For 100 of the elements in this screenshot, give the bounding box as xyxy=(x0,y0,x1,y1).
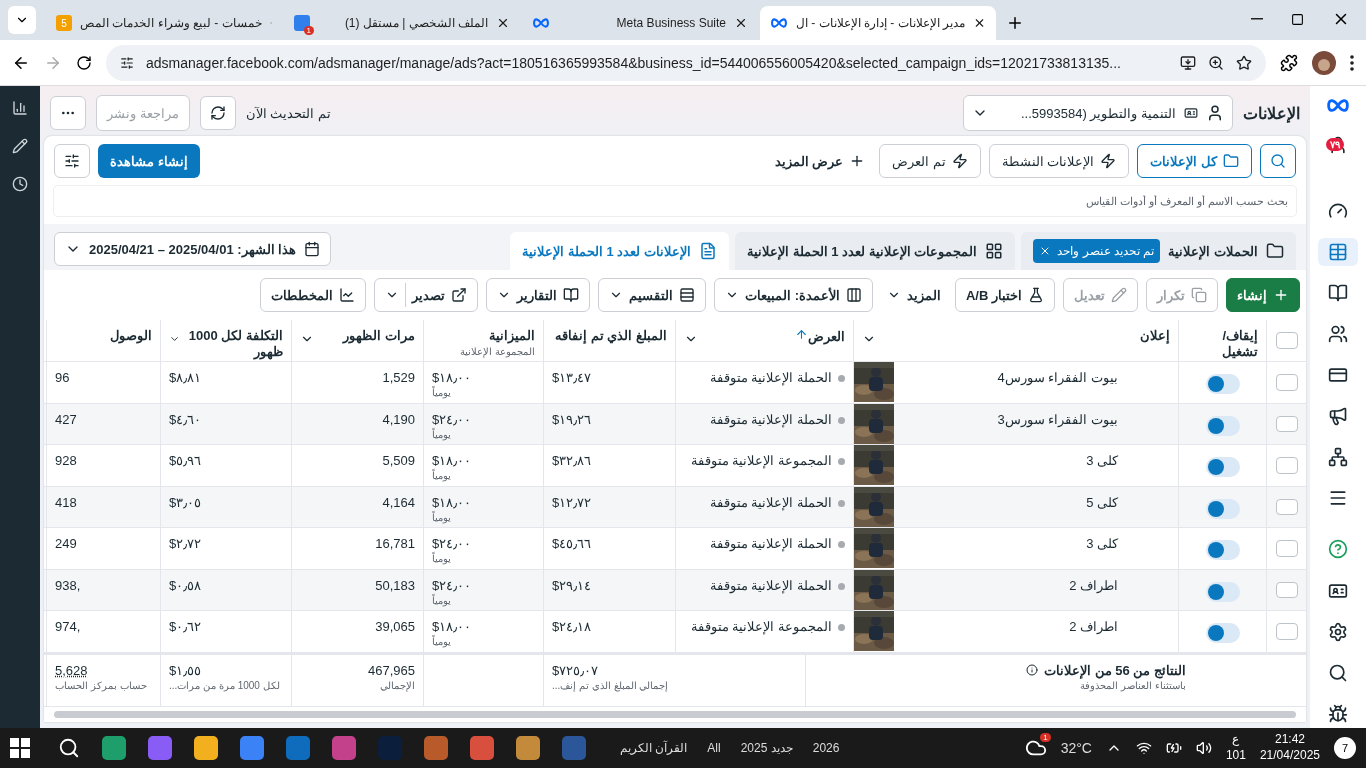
level-tab[interactable]: المجموعات الإعلانية لعدد 1 الحملة الإعلانية xyxy=(735,232,1016,270)
app-icon[interactable] xyxy=(102,736,126,760)
app-icon[interactable] xyxy=(332,736,356,760)
dropdown-button[interactable]: التقارير xyxy=(486,278,591,312)
notifications-button[interactable]: ٧٩ xyxy=(1318,126,1358,164)
toggle-knob[interactable] xyxy=(1207,417,1224,434)
checkbox[interactable] xyxy=(1275,457,1298,474)
toolbar-button[interactable]: اختبار A/B xyxy=(955,278,1055,312)
ad-name[interactable]: كلى 3 xyxy=(1086,445,1118,486)
column-header[interactable]: التكلفة لكل 1000 ظهور xyxy=(182,328,283,360)
pencil-icon xyxy=(12,138,28,154)
checkbox[interactable] xyxy=(1275,332,1298,349)
app-icon[interactable] xyxy=(516,736,540,760)
checkbox[interactable] xyxy=(1275,623,1298,640)
search-button[interactable] xyxy=(1260,144,1296,178)
tab-title: خمسات - لبيع وشراء الخدمات المص xyxy=(80,16,262,30)
toggle-switch[interactable] xyxy=(1205,415,1240,436)
sliders-icon xyxy=(64,153,80,169)
app-icon[interactable] xyxy=(148,736,172,760)
dropdown-button[interactable]: الأعمدة: المبيعات xyxy=(714,278,873,312)
checkbox[interactable] xyxy=(1275,415,1298,432)
filter-button[interactable]: كل الإعلانات xyxy=(1137,144,1252,178)
date-range-picker[interactable]: هذا الشهر: 2025/04/01 – 2025/04/21 xyxy=(54,232,332,266)
toggle-switch[interactable] xyxy=(1205,540,1240,560)
column-header[interactable]: إعلان xyxy=(1140,328,1170,344)
address-bar[interactable]: adsmanager.facebook.com/adsmanager/manage/ads?act=180516365993584&business_id=544006556005420&selected_campaign_ids=12021733813135... xyxy=(106,44,1266,81)
ad-name[interactable]: بيوت الفقراء سورس4 xyxy=(997,362,1118,403)
column-header[interactable]: المبلغ الذي تم إنفاقه xyxy=(555,328,667,344)
reload-icon xyxy=(76,54,92,71)
delivery-status: المجموعة الإعلانية متوقفة xyxy=(690,453,832,468)
toggle-switch[interactable] xyxy=(1205,498,1240,519)
avatar[interactable] xyxy=(1312,50,1336,75)
toggle-switch[interactable] xyxy=(1205,457,1240,477)
ad-name[interactable]: كلى 3 xyxy=(1086,528,1118,569)
infinity-logo[interactable] xyxy=(1325,98,1351,113)
ad-name[interactable]: اطراف 2 xyxy=(1069,569,1118,610)
app-icon[interactable] xyxy=(470,736,494,760)
checkbox[interactable] xyxy=(1275,540,1298,557)
toggle-knob[interactable] xyxy=(1207,459,1224,475)
column-header[interactable]: العرض xyxy=(795,328,845,345)
scrollbar[interactable] xyxy=(54,710,1296,718)
windows-icon[interactable] xyxy=(10,738,30,758)
app-icon[interactable] xyxy=(424,736,448,760)
export-button[interactable]: تصدير xyxy=(374,278,479,312)
account-selector[interactable]: التنمية والتطوير (5993584... xyxy=(963,95,1233,131)
toggle-knob[interactable] xyxy=(1207,625,1224,641)
level-tab[interactable]: الحملات الإعلانية تم تحديد عنصر واحد xyxy=(1021,232,1296,270)
language-indicator[interactable]: ع xyxy=(1232,732,1240,748)
app-icon[interactable] xyxy=(194,736,218,760)
status-dot xyxy=(838,375,845,382)
column-header[interactable]: الوصول xyxy=(110,328,152,344)
search-icon[interactable] xyxy=(58,737,80,759)
table-cell: 39,065 xyxy=(375,619,415,634)
toggle-knob[interactable] xyxy=(1207,583,1224,600)
show-more-button[interactable]: عرض المزيد xyxy=(768,152,872,170)
status-dot xyxy=(838,416,845,424)
dropdown-button[interactable]: التقسيم xyxy=(598,278,707,312)
table-cell: 4,190 xyxy=(382,411,415,427)
more-menu-button[interactable]: المزيد xyxy=(881,286,947,304)
notification-count[interactable]: 7 xyxy=(1334,737,1356,759)
toggle-switch[interactable] xyxy=(1205,623,1240,643)
status-dot xyxy=(838,541,845,548)
taskbar-item[interactable]: القرآن الكريم xyxy=(620,741,688,755)
checkbox[interactable] xyxy=(1275,581,1298,598)
table-cell: ١٨٫٠٠$ xyxy=(432,370,472,385)
toggle-switch[interactable] xyxy=(1205,374,1240,394)
toggle-knob[interactable] xyxy=(1207,542,1224,558)
column-header[interactable]: الميزانية xyxy=(460,328,535,344)
taskbar-item[interactable]: جديد 2025 xyxy=(740,741,793,755)
refresh-button[interactable] xyxy=(199,96,236,130)
ad-name[interactable]: اطراف 2 xyxy=(1069,611,1118,652)
toggle-knob[interactable] xyxy=(1207,376,1224,392)
minimize-icon[interactable] xyxy=(1251,18,1263,20)
column-header[interactable]: إيقاف/تشغيل xyxy=(1187,328,1258,360)
ad-name[interactable]: كلى 5 xyxy=(1086,486,1118,527)
toolbar-button[interactable]: المخططات xyxy=(260,278,367,312)
create-button[interactable]: إنشاء xyxy=(1226,278,1300,312)
create-view-button[interactable]: إنشاء مشاهدة xyxy=(98,144,200,178)
budget-period: يومياً xyxy=(432,511,451,523)
volume-icon xyxy=(1195,740,1212,756)
browser-tab[interactable]: Meta Business Suite xyxy=(522,6,758,40)
taskbar-item[interactable]: 2026 xyxy=(812,741,840,755)
toggle-knob[interactable] xyxy=(1207,500,1224,517)
window-icon xyxy=(699,242,718,260)
browser-tab[interactable]: مدير الإعلانات - إدارة الإعلانات - ال xyxy=(760,6,996,40)
app-icon[interactable] xyxy=(240,736,264,760)
ad-name[interactable]: بيوت الفقراء سورس3 xyxy=(997,403,1118,444)
menu-icon[interactable] xyxy=(1350,54,1354,71)
checkbox[interactable] xyxy=(1275,498,1298,515)
filter-button[interactable]: الإعلانات النشطة xyxy=(988,144,1130,178)
filter-button[interactable]: تم العرض xyxy=(879,144,981,178)
settings-button[interactable] xyxy=(54,144,90,178)
level-tab[interactable]: الإعلانات لعدد 1 الحملة الإعلانية xyxy=(510,232,730,270)
taskbar-item[interactable]: All xyxy=(707,741,721,755)
table-cell: ٢٤٫٠٠$ xyxy=(432,577,472,593)
toggle-switch[interactable] xyxy=(1205,581,1240,602)
column-header[interactable]: مرات الظهور xyxy=(343,328,415,344)
table-icon xyxy=(1328,241,1348,262)
checkbox[interactable] xyxy=(1275,374,1298,391)
selection-chip[interactable]: تم تحديد عنصر واحد xyxy=(1033,239,1161,263)
